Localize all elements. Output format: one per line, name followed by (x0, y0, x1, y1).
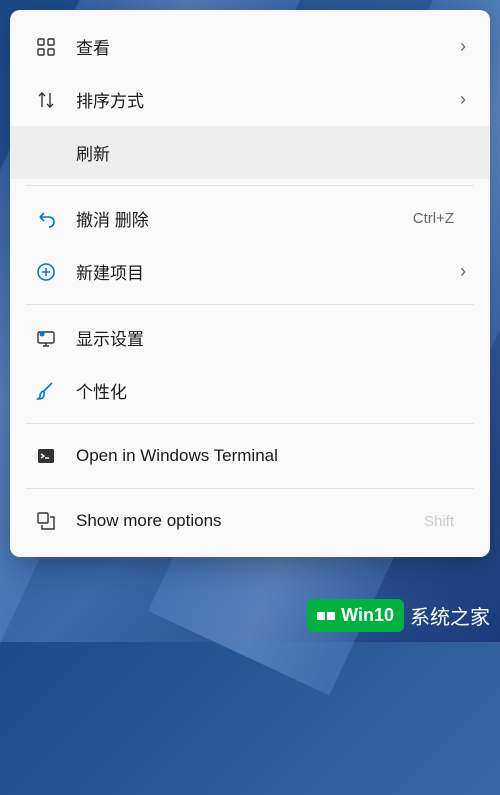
brush-icon (34, 379, 58, 403)
menu-shortcut: Ctrl+Z (413, 210, 454, 227)
menu-item-undo[interactable]: 撤消 删除 Ctrl+Z (10, 192, 490, 245)
sort-icon (34, 88, 58, 112)
grid-icon (34, 35, 58, 59)
menu-item-new[interactable]: 新建项目 › (10, 245, 490, 298)
menu-item-refresh[interactable]: 刷新 (10, 126, 490, 179)
menu-label: Show more options (76, 511, 424, 531)
menu-item-sort[interactable]: 排序方式 › (10, 73, 490, 126)
watermark: Win10 系统之家 (307, 599, 490, 632)
terminal-icon (34, 444, 58, 468)
more-options-icon (34, 509, 58, 533)
menu-label: 排序方式 (76, 87, 460, 112)
menu-shortcut: Shift+F10 (424, 513, 454, 530)
menu-item-view[interactable]: 查看 › (10, 20, 490, 73)
display-settings-icon (34, 326, 58, 350)
menu-label: 刷新 (76, 140, 466, 165)
menu-label: Open in Windows Terminal (76, 446, 466, 466)
watermark-badge: Win10 (307, 599, 404, 632)
chevron-right-icon: › (460, 261, 466, 282)
menu-label: 查看 (76, 34, 460, 59)
blank-icon (34, 141, 58, 165)
menu-label: 撤消 删除 (76, 206, 413, 231)
menu-item-personalize[interactable]: 个性化 (10, 364, 490, 417)
menu-item-terminal[interactable]: Open in Windows Terminal (10, 430, 490, 482)
menu-label: 显示设置 (76, 325, 466, 350)
menu-divider (26, 488, 474, 489)
undo-icon (34, 207, 58, 231)
menu-item-more-options[interactable]: Show more options Shift+F10 (10, 495, 490, 547)
watermark-text: 系统之家 (410, 601, 490, 630)
menu-label: 新建项目 (76, 259, 460, 284)
desktop-context-menu: 查看 › 排序方式 › 刷新 撤消 删除 Ctrl+Z (10, 10, 490, 557)
menu-divider (26, 304, 474, 305)
chevron-right-icon: › (460, 36, 466, 57)
watermark-badge-text: Win10 (341, 605, 394, 626)
menu-label: 个性化 (76, 378, 466, 403)
menu-item-display-settings[interactable]: 显示设置 (10, 311, 490, 364)
add-circle-icon (34, 260, 58, 284)
chevron-right-icon: › (460, 89, 466, 110)
menu-divider (26, 423, 474, 424)
menu-divider (26, 185, 474, 186)
